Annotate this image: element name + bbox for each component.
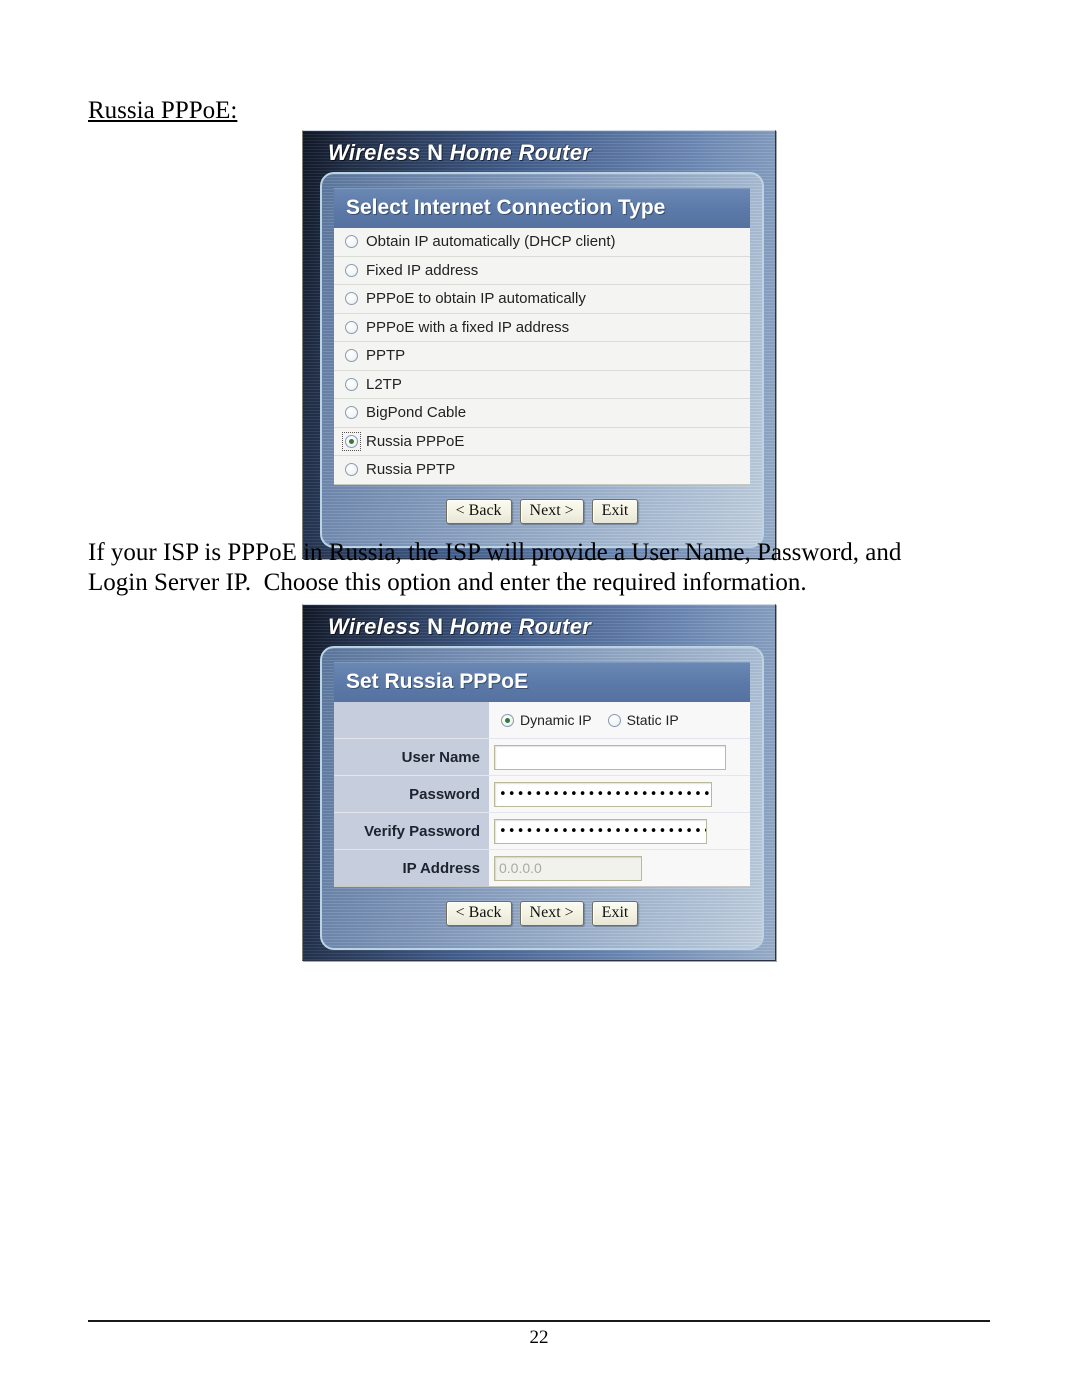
form-row: Verify Password •••••••••••••••••••••••••… bbox=[334, 813, 750, 850]
radio-focus-ring bbox=[344, 263, 359, 278]
brand-suffix: Home Router bbox=[443, 614, 592, 639]
field-cell bbox=[489, 739, 750, 775]
radio-focus-ring bbox=[344, 348, 359, 363]
page-number: 22 bbox=[529, 1327, 549, 1348]
user-name-input[interactable] bbox=[494, 744, 726, 770]
radio-button-icon[interactable] bbox=[501, 713, 514, 727]
field-label: Verify Password bbox=[334, 813, 489, 849]
field-label: Password bbox=[334, 776, 489, 812]
connection-type-option-3[interactable]: PPPoE with a fixed IP address bbox=[334, 314, 750, 342]
ip-mode-label-spacer bbox=[334, 702, 489, 738]
radio-button-icon[interactable] bbox=[345, 377, 358, 391]
radio-button-icon[interactable] bbox=[345, 235, 358, 249]
panel-title-emphasis: E bbox=[514, 670, 529, 693]
section-heading: Russia PPPoE: bbox=[88, 97, 238, 124]
brand-letter-n: N bbox=[427, 614, 444, 639]
paragraph-line: Login Server IP. Choose this option and … bbox=[88, 569, 807, 596]
router-brand-title: Wireless N Home Router bbox=[310, 135, 770, 172]
exit-button[interactable]: Exit bbox=[591, 498, 639, 524]
connection-type-option-7[interactable]: Russia PPPoE bbox=[334, 428, 750, 456]
connection-type-option-label: Russia PPPoE bbox=[366, 432, 465, 450]
connection-type-option-6[interactable]: BigPond Cable bbox=[334, 399, 750, 428]
connection-type-option-label: PPPoE with a fixed IP address bbox=[366, 318, 570, 336]
body-paragraph: If your ISP is PPPoE in Russia, the ISP … bbox=[88, 538, 978, 598]
ip-mode-choice-static[interactable]: Static IP bbox=[607, 712, 679, 728]
connection-type-option-label: L2TP bbox=[366, 375, 402, 393]
field-cell: •••••••••••••••••••••••••••• bbox=[489, 776, 750, 812]
exit-button[interactable]: Exit bbox=[591, 901, 639, 926]
connection-type-option-5[interactable]: L2TP bbox=[334, 371, 750, 399]
connection-type-option-1[interactable]: Fixed IP address bbox=[334, 257, 750, 285]
connection-type-option-list: Obtain IP automatically (DHCP client) Fix… bbox=[334, 228, 750, 485]
radio-focus-ring bbox=[344, 377, 359, 392]
radio-button-icon[interactable] bbox=[345, 434, 358, 448]
dialog1-button-bar: < Back Next > Exit bbox=[334, 485, 750, 534]
russia-pppoe-form: Dynamic IP Static IP User Name Password ••••… bbox=[334, 702, 750, 887]
radio-button-icon[interactable] bbox=[607, 713, 621, 727]
connection-type-option-label: PPPoE to obtain IP automatically bbox=[366, 290, 586, 308]
placeholder-text: 0.0.0.0 bbox=[499, 860, 542, 876]
ip-mode-row: Dynamic IP Static IP bbox=[334, 702, 750, 739]
connection-type-option-8[interactable]: Russia PPTP bbox=[334, 456, 750, 484]
ip-mode-choice-label: Dynamic IP bbox=[520, 712, 592, 728]
brand-letter-n: N bbox=[427, 140, 444, 165]
footer-divider bbox=[88, 1320, 990, 1322]
back-button[interactable]: < Back bbox=[445, 498, 512, 524]
connection-type-option-label: Russia PPTP bbox=[366, 461, 456, 479]
field-label: IP Address bbox=[334, 850, 489, 886]
paragraph-line: If your ISP is PPPoE in Russia, the ISP … bbox=[88, 539, 902, 566]
radio-button-icon[interactable] bbox=[345, 463, 358, 477]
password-mask: •••••••••••••••••••••••••••• bbox=[499, 786, 712, 802]
panel-title-prefix: Set Russia PPPo bbox=[346, 670, 515, 693]
ip-mode-choices: Dynamic IP Static IP bbox=[489, 702, 750, 738]
connection-type-option-0[interactable]: Obtain IP automatically (DHCP client) bbox=[334, 228, 750, 257]
brand-suffix: Home Router bbox=[443, 140, 592, 165]
document-page: Russia PPPoE: Wireless N Home Router Sel… bbox=[0, 0, 1080, 1397]
radio-focus-ring bbox=[344, 234, 359, 249]
radio-button-icon[interactable] bbox=[345, 406, 358, 420]
field-cell: ••••••••••••••••••••••••••• bbox=[489, 813, 750, 849]
router-inner-panel: Select Internet Connection Type Obtain I… bbox=[320, 172, 764, 548]
form-row: User Name bbox=[334, 739, 750, 776]
radio-focus-ring bbox=[344, 462, 359, 477]
next-button[interactable]: Next > bbox=[519, 498, 584, 524]
radio-focus-ring bbox=[344, 291, 359, 306]
radio-button-icon[interactable] bbox=[345, 263, 358, 277]
connection-type-option-label: Obtain IP automatically (DHCP client) bbox=[366, 233, 616, 251]
ip-mode-choice-dynamic[interactable]: Dynamic IP bbox=[501, 712, 592, 728]
radio-button-icon[interactable] bbox=[345, 349, 358, 363]
ip-mode-choice-label: Static IP bbox=[626, 712, 679, 728]
router-inner-panel: Set Russia PPPoE Dynamic IP Static IP User… bbox=[320, 646, 764, 950]
field-label: User Name bbox=[334, 739, 489, 775]
radio-focus-ring bbox=[344, 320, 359, 335]
connection-type-option-4[interactable]: PPTP bbox=[334, 342, 750, 371]
radio-focus-ring bbox=[344, 405, 359, 420]
field-cell: 0.0.0.0 bbox=[489, 850, 750, 886]
router-dialog-connection-type: Wireless N Home Router Select Internet C… bbox=[302, 130, 776, 559]
form-row: IP Address 0.0.0.0 bbox=[334, 850, 750, 886]
form-row: Password •••••••••••••••••••••••••••• bbox=[334, 776, 750, 813]
password-mask: ••••••••••••••••••••••••••• bbox=[499, 823, 706, 839]
back-button[interactable]: < Back bbox=[445, 901, 512, 926]
ip-address-input[interactable]: 0.0.0.0 bbox=[494, 855, 642, 881]
connection-type-option-label: PPTP bbox=[366, 347, 406, 365]
dialog2-button-bar: < Back Next > Exit bbox=[334, 887, 750, 936]
brand-prefix: Wireless bbox=[328, 614, 428, 639]
panel-title-set-russia-pppoe: Set Russia PPPoE bbox=[334, 662, 750, 702]
connection-type-option-2[interactable]: PPPoE to obtain IP automatically bbox=[334, 285, 750, 314]
router-dialog-set-russia-pppoe: Wireless N Home Router Set Russia PPPoE … bbox=[302, 604, 776, 961]
radio-button-icon[interactable] bbox=[345, 292, 358, 306]
radio-focus-ring bbox=[342, 431, 361, 451]
verify-password-input[interactable]: ••••••••••••••••••••••••••• bbox=[494, 818, 707, 844]
radio-button-icon[interactable] bbox=[345, 320, 358, 334]
password-input[interactable]: •••••••••••••••••••••••••••• bbox=[494, 781, 712, 807]
next-button[interactable]: Next > bbox=[519, 901, 584, 926]
brand-prefix: Wireless bbox=[328, 140, 428, 165]
connection-type-option-label: BigPond Cable bbox=[366, 404, 467, 422]
connection-type-option-label: Fixed IP address bbox=[366, 261, 479, 279]
panel-title-connection-type: Select Internet Connection Type bbox=[334, 188, 750, 228]
router-brand-title: Wireless N Home Router bbox=[310, 609, 770, 646]
